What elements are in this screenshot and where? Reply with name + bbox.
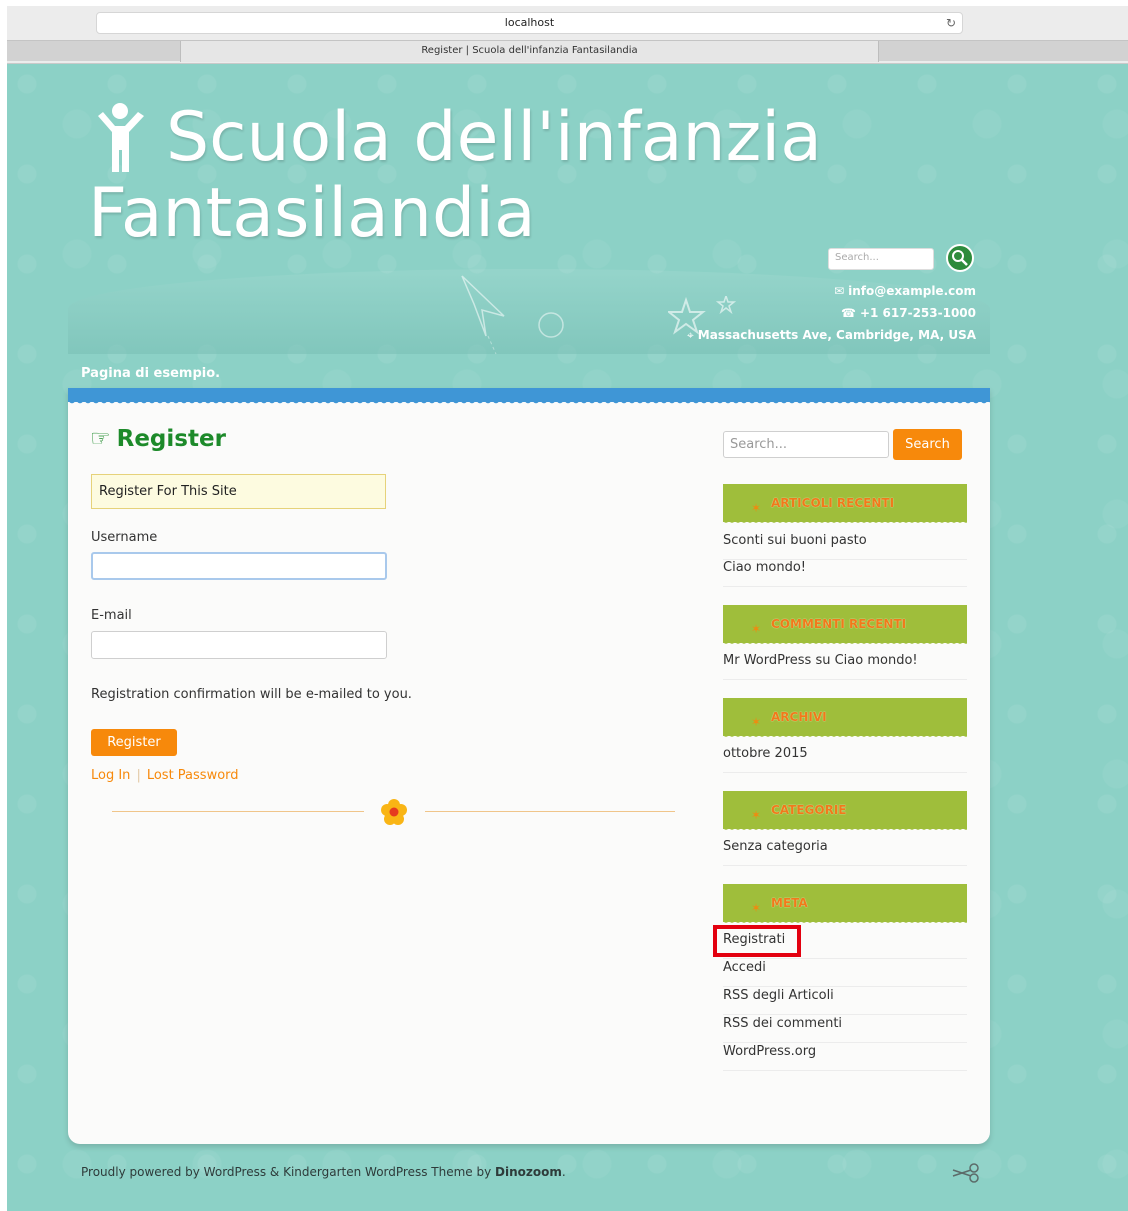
widget-categories: ✶ CATEGORIE [723,791,967,833]
register-button[interactable]: Register [91,729,177,756]
reload-icon[interactable]: ↻ [946,13,956,33]
list-item[interactable]: Mr WordPress su Ciao mondo! [723,652,967,680]
contact-email[interactable]: ✉ info@example.com [834,284,976,298]
star-icon: ✶ [751,901,762,915]
meta-rss-posts-link[interactable]: RSS degli Articoli [723,987,967,1015]
address-bar[interactable]: localhost ↻ [96,12,963,34]
contact-phone: ☎ +1 617-253-1000 [841,306,976,320]
link-separator: | [136,768,141,783]
email-label: E-mail [91,608,132,623]
meta-login-link[interactable]: Accedi [723,959,967,987]
browser-tab[interactable]: Register | Scuola dell'infanzia Fantasil… [180,41,879,62]
site-title[interactable]: Scuola dell'infanzia Fantasilandia [88,100,948,252]
list-item[interactable]: ottobre 2015 [723,745,967,773]
site-header: Scuola dell'infanzia Fantasilandia Searc… [68,64,990,354]
envelope-icon: ✉ [834,284,845,298]
star-icon: ✶ [751,622,762,636]
widget-recent-comments: ✶ COMMENTI RECENTI [723,605,967,647]
content-panel: ☞ Register Register For This Site Usernam… [68,388,990,1144]
badge-icon [538,312,564,338]
contact-address: ⌖ Massachusetts Ave, Cambridge, MA, USA [687,328,976,343]
list-item[interactable]: Senza categoria [723,838,967,866]
paper-plane-icon [461,275,505,354]
footer-suffix: . [561,1165,566,1179]
star-icon: ✶ [751,501,762,515]
lost-password-link[interactable]: Lost Password [147,768,239,783]
highlight-box [713,925,801,957]
page-title-text: Register [116,426,226,452]
meta-rss-comments-link[interactable]: RSS dei commenti [723,1015,967,1043]
widget-title: META [771,896,808,910]
register-notice: Register For This Site [91,474,386,509]
address-text: Massachusetts Ave, Cambridge, MA, USA [697,328,976,342]
tab-strip: Register | Scuola dell'infanzia Fantasil… [7,40,1128,62]
widget-archives: ✶ ARCHIVI [723,698,967,740]
nav-sample-page[interactable]: Pagina di esempio. [81,366,220,381]
star-icon: ✶ [751,808,762,822]
widget-title: ARCHIVI [771,710,827,724]
browser-chrome: localhost ↻ Register | Scuola dell'infan… [7,6,1128,64]
site-background: Scuola dell'infanzia Fantasilandia Searc… [7,64,1128,1211]
address-text: localhost [504,16,555,29]
page-title: ☞ Register [90,426,226,452]
scissors-icon [952,1163,979,1183]
meta-wordpress-link[interactable]: WordPress.org [723,1043,967,1071]
flower-icon [381,799,407,825]
panel-top-border [68,388,990,406]
username-label: Username [91,530,158,545]
map-pin-icon: ⌖ [687,328,694,342]
browser-window: localhost ↻ Register | Scuola dell'infan… [7,6,1128,1211]
widget-recent-posts: ✶ ARTICOLI RECENTI [723,484,967,526]
divider-left [112,811,364,812]
footer-credit: Proudly powered by WordPress & Kindergar… [81,1165,566,1179]
sidebar-search-input[interactable]: Search... [723,431,889,458]
list-item[interactable]: Sconti sui buoni pasto [723,532,967,560]
thumbs-up-icon: ☞ [90,426,111,452]
username-field[interactable] [91,552,387,580]
footer-author-link[interactable]: Dinozoom [495,1165,562,1179]
divider-right [425,811,675,812]
phone-icon: ☎ [841,306,856,320]
header-search-button[interactable] [946,244,974,272]
phone-text: +1 617-253-1000 [859,306,976,320]
registration-note: Registration confirmation will be e-mail… [91,687,412,702]
email-text: info@example.com [848,284,976,298]
list-item[interactable]: Ciao mondo! [723,559,967,587]
magnifier-icon [952,250,968,266]
widget-title: CATEGORIE [771,803,847,817]
sidebar-search-button[interactable]: Search [893,429,962,460]
account-links: Log In | Lost Password [91,768,239,783]
star-icon: ✶ [751,715,762,729]
header-search-input[interactable]: Search... [828,248,934,270]
email-field[interactable] [91,631,387,659]
widget-title: COMMENTI RECENTI [771,617,907,631]
widget-title: ARTICOLI RECENTI [771,496,895,510]
widget-meta: ✶ META [723,884,967,926]
login-link[interactable]: Log In [91,768,130,783]
footer-text: Proudly powered by WordPress & Kindergar… [81,1165,496,1179]
